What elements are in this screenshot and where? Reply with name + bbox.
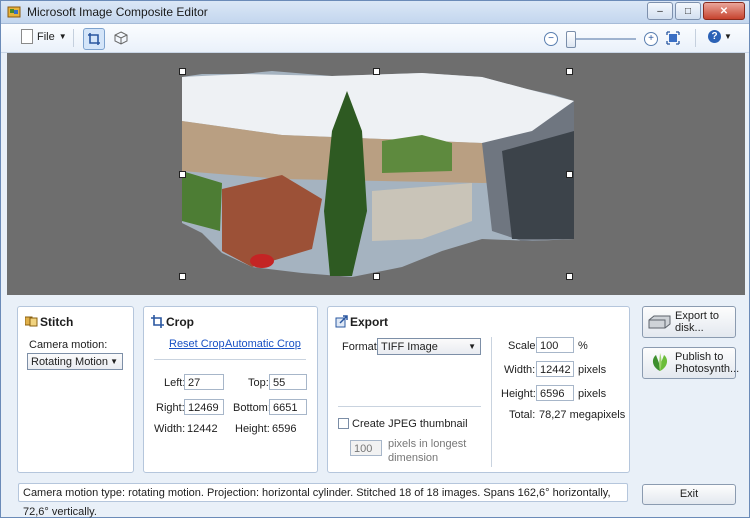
total-label: Total: (509, 409, 536, 421)
crop-icon (151, 315, 164, 328)
jpeg-thumbnail-checkbox[interactable] (338, 418, 349, 429)
export-vertical-divider (491, 337, 492, 467)
export-title: Export (350, 315, 389, 329)
document-icon (21, 29, 33, 44)
app-icon (7, 6, 21, 18)
stitch-panel: Stitch Camera motion: Rotating Motion ▼ (17, 306, 134, 473)
window-title: Microsoft Image Composite Editor (27, 5, 208, 19)
file-menu-button[interactable]: File ▼ (21, 29, 67, 44)
automatic-crop-link[interactable]: Automatic Crop (225, 338, 301, 350)
minimize-button[interactable]: – (647, 2, 673, 20)
crop-top-input[interactable]: 55 (269, 374, 307, 390)
help-button[interactable]: ? ▼ (708, 30, 732, 43)
crop-handle-bottom-right[interactable] (566, 273, 573, 280)
jpeg-thumbnail-label: Create JPEG thumbnail (352, 418, 468, 430)
help-icon: ? (708, 30, 721, 43)
crop-handle-top-right[interactable] (566, 68, 573, 75)
crop-handle-right[interactable] (566, 171, 573, 178)
publish-to-photosynth-button[interactable]: Publish to Photosynth... (642, 347, 740, 379)
publish-label: Publish to (675, 351, 724, 363)
crop-right-input[interactable]: 12469 (184, 399, 224, 415)
export-width-label: Width: (504, 364, 536, 376)
disk-icon (648, 315, 671, 329)
format-label: Format: (342, 341, 380, 353)
close-button[interactable]: ✕ (703, 2, 745, 20)
chevron-down-icon: ▼ (724, 32, 732, 41)
export-icon (335, 315, 348, 328)
export-width-unit: pixels (578, 364, 607, 376)
crop-handle-bottom[interactable] (373, 273, 380, 280)
crop-tool-button[interactable] (83, 28, 105, 50)
photosynth-icon (652, 353, 668, 371)
publish-label-2: Photosynth... (675, 363, 740, 375)
camera-motion-label: Camera motion: (29, 339, 108, 351)
total-value: 78,27 megapixels (539, 409, 626, 421)
export-to-disk-label-2: disk... (675, 322, 704, 334)
crop-top-label: Top: (248, 377, 269, 389)
reset-crop-link[interactable]: Reset Crop (169, 338, 225, 350)
fit-to-window-button[interactable] (663, 28, 683, 48)
crop-width-label: Width: (154, 423, 186, 435)
maximize-button[interactable]: □ (675, 2, 701, 20)
camera-motion-select[interactable]: Rotating Motion ▼ (27, 353, 123, 370)
export-divider (338, 406, 481, 407)
stitch-icon (25, 316, 38, 327)
chevron-down-icon: ▼ (110, 357, 118, 366)
crop-right-label: Right: (156, 402, 185, 414)
crop-handle-left[interactable] (179, 171, 186, 178)
toolbar: File ▼ − + ? ▼ (1, 24, 749, 53)
crop-title: Crop (166, 315, 194, 329)
format-select[interactable]: TIFF Image ▼ (377, 338, 481, 355)
title-bar: Microsoft Image Composite Editor – □ ✕ (1, 1, 749, 24)
file-menu-label: File (37, 30, 55, 43)
image-canvas[interactable] (7, 53, 745, 295)
status-bar: Camera motion type: rotating motion. Pro… (18, 483, 628, 518)
projection-tool-button[interactable] (111, 28, 131, 48)
zoom-in-button[interactable]: + (644, 32, 658, 46)
export-height-input[interactable]: 6596 (536, 385, 574, 401)
panorama-preview[interactable] (182, 71, 574, 277)
scale-unit: % (578, 340, 588, 352)
crop-handle-top-left[interactable] (179, 68, 186, 75)
crop-panel: Crop Reset Crop Automatic Crop Left: 27 … (143, 306, 318, 473)
crop-bottom-input[interactable]: 6651 (269, 399, 307, 415)
crop-width-value: 12442 (187, 423, 218, 435)
toolbar-divider (695, 29, 696, 47)
export-height-label: Height: (501, 388, 536, 400)
camera-motion-value: Rotating Motion (31, 356, 109, 368)
cube-icon (114, 31, 128, 45)
zoom-slider-thumb[interactable] (566, 31, 576, 48)
crop-height-value: 6596 (272, 423, 297, 435)
export-to-disk-button[interactable]: Export to disk... (642, 306, 736, 338)
scale-input[interactable]: 100 (536, 337, 574, 353)
chevron-down-icon: ▼ (58, 32, 67, 41)
scale-label: Scale: (508, 340, 539, 352)
exit-button[interactable]: Exit (642, 484, 736, 505)
fit-window-icon (666, 31, 680, 45)
thumbnail-pixels-label: pixels in longest (388, 438, 467, 450)
stitch-title: Stitch (40, 315, 74, 329)
thumbnail-pixels-input[interactable]: 100 (350, 440, 382, 456)
crop-left-input[interactable]: 27 (184, 374, 224, 390)
export-to-disk-label: Export to (675, 310, 720, 322)
crop-handle-top[interactable] (373, 68, 380, 75)
format-value: TIFF Image (381, 341, 438, 353)
zoom-out-button[interactable]: − (544, 32, 558, 46)
crop-left-label: Left: (164, 377, 186, 389)
thumbnail-dimension-label: dimension (388, 452, 439, 464)
export-height-unit: pixels (578, 388, 607, 400)
export-panel: Export Format: TIFF Image ▼ Create JPEG … (327, 306, 630, 473)
toolbar-divider (73, 29, 74, 47)
export-width-input[interactable]: 12442 (536, 361, 574, 377)
crop-icon (88, 33, 100, 45)
chevron-down-icon: ▼ (468, 342, 476, 351)
app-window: Microsoft Image Composite Editor – □ ✕ F… (0, 0, 750, 518)
crop-height-label: Height: (235, 423, 270, 435)
crop-handle-bottom-left[interactable] (179, 273, 186, 280)
zoom-slider-track[interactable] (568, 38, 636, 40)
crop-bottom-label: Bottom: (233, 402, 271, 414)
crop-divider (154, 359, 306, 360)
